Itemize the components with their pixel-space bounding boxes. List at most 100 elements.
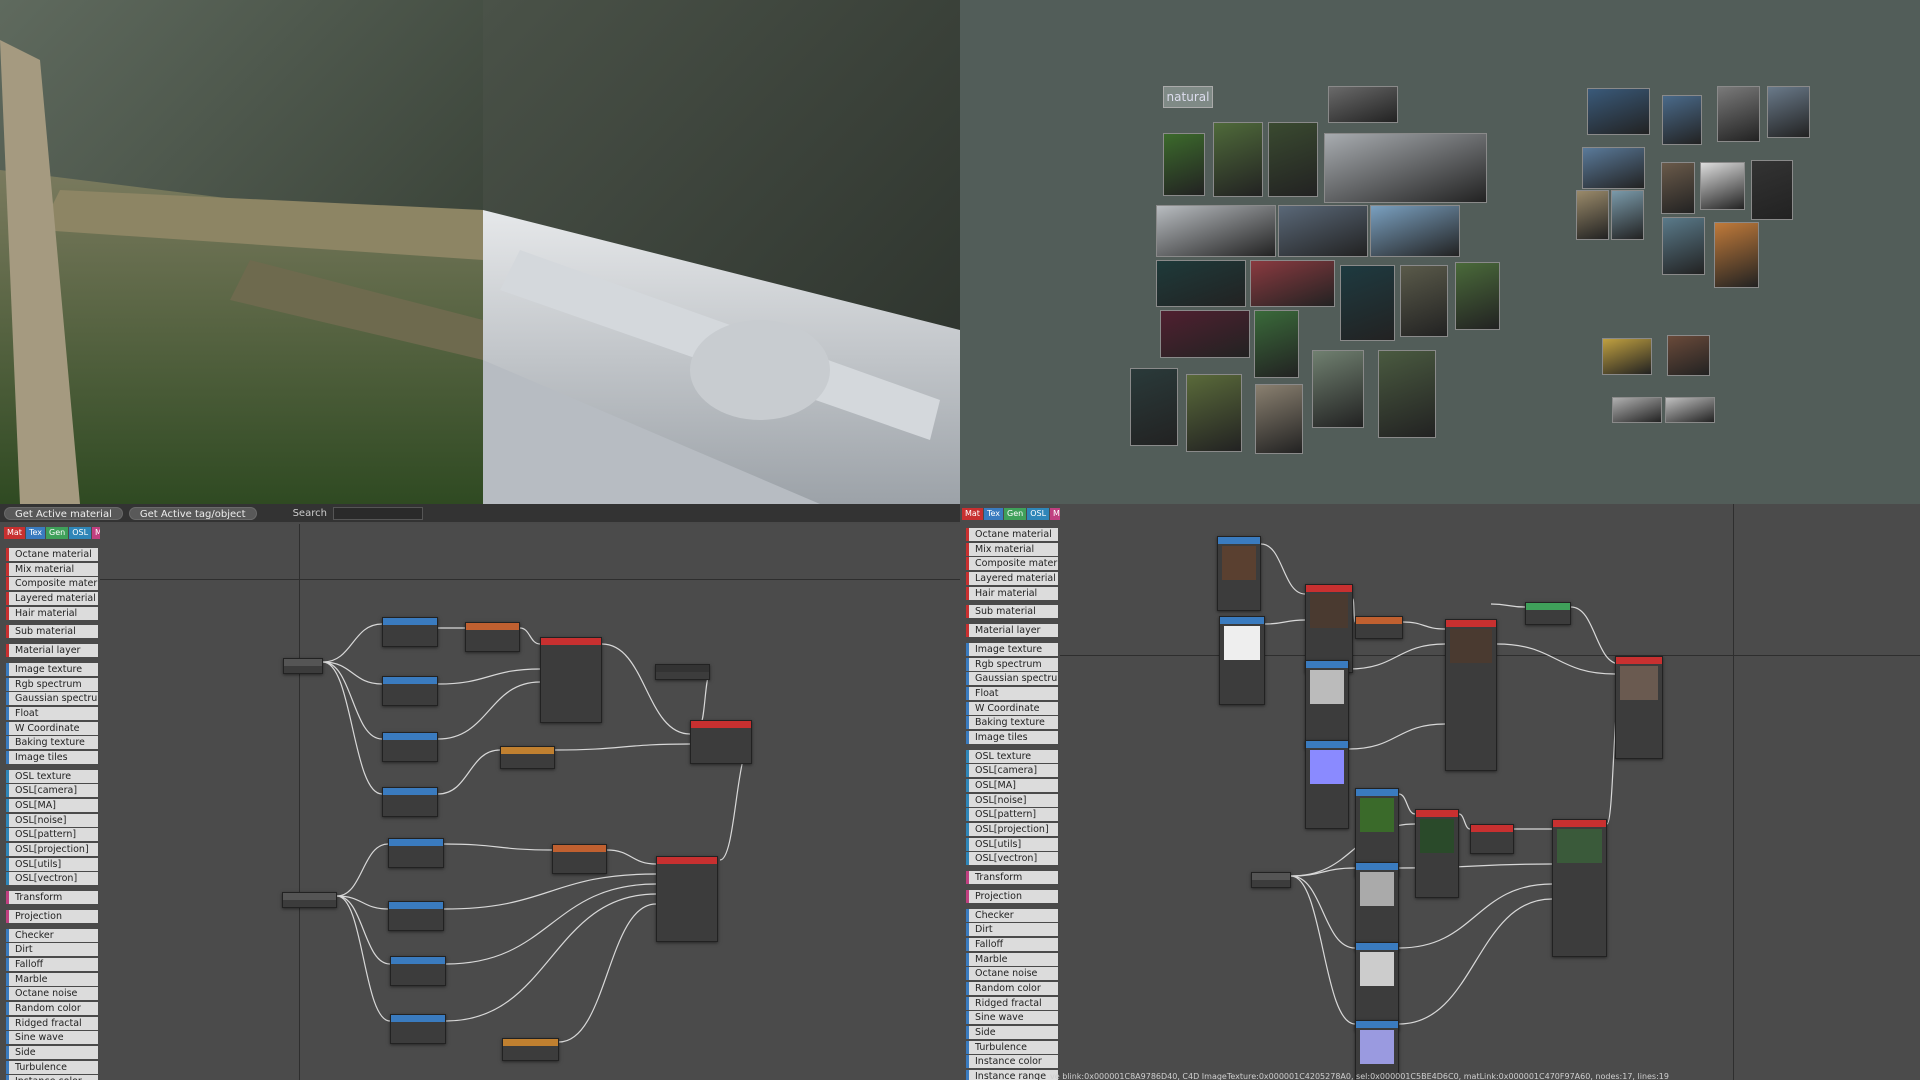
node-port[interactable] [1616, 702, 1662, 709]
moodboard-image[interactable] [1587, 88, 1650, 135]
node-port[interactable] [1356, 929, 1398, 936]
palette-item-checker[interactable]: Checker [966, 908, 1058, 922]
palette-item-rgb-spectrum[interactable]: Rgb spectrum [966, 657, 1058, 671]
palette-item-mix-material[interactable]: Mix material [6, 562, 98, 576]
tab-tex[interactable]: Tex [983, 508, 1003, 520]
palette-item-material-layer[interactable]: Material layer [6, 644, 98, 658]
palette-item-w-coordinate[interactable]: W Coordinate [966, 701, 1058, 715]
node-port[interactable] [1553, 886, 1606, 893]
node-port[interactable] [1471, 839, 1513, 846]
node-port[interactable] [657, 913, 717, 920]
node-port[interactable] [383, 740, 437, 747]
node-port[interactable] [1553, 907, 1606, 914]
graph-node[interactable] [465, 622, 520, 652]
graph-node[interactable] [390, 956, 446, 986]
palette-item-osl-pattern[interactable]: OSL[pattern] [966, 808, 1058, 822]
node-port[interactable] [691, 735, 751, 742]
palette-item-osl-vectron[interactable]: OSL[vectron] [966, 852, 1058, 866]
node-port[interactable] [383, 795, 437, 802]
moodboard-image[interactable] [1278, 205, 1368, 257]
moodboard-image[interactable] [1576, 190, 1609, 240]
node-port[interactable] [541, 701, 601, 708]
palette-item-layered-material[interactable]: Layered material [6, 592, 98, 606]
node-port[interactable] [1616, 709, 1662, 716]
node-port[interactable] [1553, 921, 1606, 928]
graph-node[interactable] [1445, 619, 1497, 771]
node-port[interactable] [1416, 869, 1458, 876]
node-port[interactable] [1446, 700, 1496, 707]
palette-item-random-color[interactable]: Random color [966, 981, 1058, 995]
node-port[interactable] [1306, 720, 1348, 727]
palette-item-composite-material[interactable]: Composite material [966, 557, 1058, 571]
palette-item-octane-noise[interactable]: Octane noise [6, 987, 98, 1001]
palette-item-hair-material[interactable]: Hair material [966, 586, 1058, 600]
node-port[interactable] [1306, 814, 1348, 821]
node-port[interactable] [466, 637, 519, 644]
node-port[interactable] [1220, 676, 1264, 683]
moodboard-image[interactable] [1328, 86, 1398, 123]
node-graph-area[interactable] [1060, 504, 1920, 1080]
node-port[interactable] [1220, 662, 1264, 669]
node-port[interactable] [1356, 624, 1402, 631]
palette-item-layered-material[interactable]: Layered material [966, 572, 1058, 586]
tab-tex[interactable]: Tex [25, 527, 45, 539]
palette-item-image-tiles[interactable]: Image tiles [6, 750, 98, 764]
palette-item-projection[interactable]: Projection [966, 889, 1058, 903]
node-port[interactable] [1526, 610, 1570, 617]
node-port[interactable] [1356, 908, 1398, 915]
graph-node[interactable] [388, 838, 444, 868]
palette-item-mix-material[interactable]: Mix material [966, 542, 1058, 556]
node-port[interactable] [541, 708, 601, 715]
node-port[interactable] [1553, 872, 1606, 879]
palette-item-gaussian-spectrum[interactable]: Gaussian spectrum [966, 672, 1058, 686]
graph-node[interactable] [382, 732, 438, 762]
moodboard-image[interactable] [1667, 335, 1710, 376]
node-port[interactable] [383, 802, 437, 809]
node-port[interactable] [541, 694, 601, 701]
node-port[interactable] [503, 1046, 558, 1053]
node-graph-area[interactable] [100, 524, 960, 1080]
palette-item-ridged-fractal[interactable]: Ridged fractal [6, 1016, 98, 1030]
palette-item-composite-material[interactable]: Composite material [6, 577, 98, 591]
moodboard-image[interactable] [1455, 262, 1500, 330]
node-port[interactable] [1446, 763, 1496, 770]
node-port[interactable] [1416, 876, 1458, 883]
palette-item-octane-material[interactable]: Octane material [966, 528, 1058, 541]
palette-item-dirt[interactable]: Dirt [966, 923, 1058, 937]
moodboard-image[interactable] [1213, 122, 1263, 197]
palette-item-image-tiles[interactable]: Image tiles [966, 730, 1058, 744]
node-port[interactable] [383, 691, 437, 698]
node-port[interactable] [553, 859, 606, 866]
node-port[interactable] [553, 866, 606, 873]
palette-item-osl-projection[interactable]: OSL[projection] [966, 823, 1058, 837]
palette-item-image-texture[interactable]: Image texture [966, 642, 1058, 656]
palette-item-transform[interactable]: Transform [6, 891, 98, 905]
node-port[interactable] [389, 923, 443, 930]
node-port[interactable] [1446, 679, 1496, 686]
node-port[interactable] [1446, 693, 1496, 700]
moodboard-image[interactable] [1751, 160, 1793, 220]
graph-node[interactable] [1219, 616, 1265, 705]
palette-item-osl-projection[interactable]: OSL[projection] [6, 843, 98, 857]
node-port[interactable] [657, 906, 717, 913]
graph-node[interactable] [1355, 616, 1403, 639]
moodboard-image[interactable] [1163, 133, 1205, 196]
moodboard-image[interactable] [1130, 368, 1178, 446]
node-port[interactable] [1356, 631, 1402, 638]
node-port[interactable] [1356, 988, 1398, 995]
node-port[interactable] [466, 644, 519, 651]
node-port[interactable] [1306, 706, 1348, 713]
palette-item-osl-camera[interactable]: OSL[camera] [6, 784, 98, 798]
palette-item-turbulence[interactable]: Turbulence [966, 1040, 1058, 1054]
node-port[interactable] [1553, 935, 1606, 942]
palette-item-instance-color[interactable]: Instance color [966, 1055, 1058, 1069]
palette-item-octane-noise[interactable]: Octane noise [966, 967, 1058, 981]
node-port[interactable] [1356, 915, 1398, 922]
moodboard-image[interactable] [1602, 338, 1652, 375]
graph-node[interactable] [1525, 602, 1571, 625]
palette-item-instance-color[interactable]: Instance color [6, 1075, 98, 1080]
node-port[interactable] [1616, 751, 1662, 758]
node-port[interactable] [553, 852, 606, 859]
node-editor-right[interactable]: MatTexGenOSLMapOthEmsMedC4D Octane mater… [960, 504, 1920, 1080]
moodboard-image[interactable] [1186, 374, 1242, 452]
